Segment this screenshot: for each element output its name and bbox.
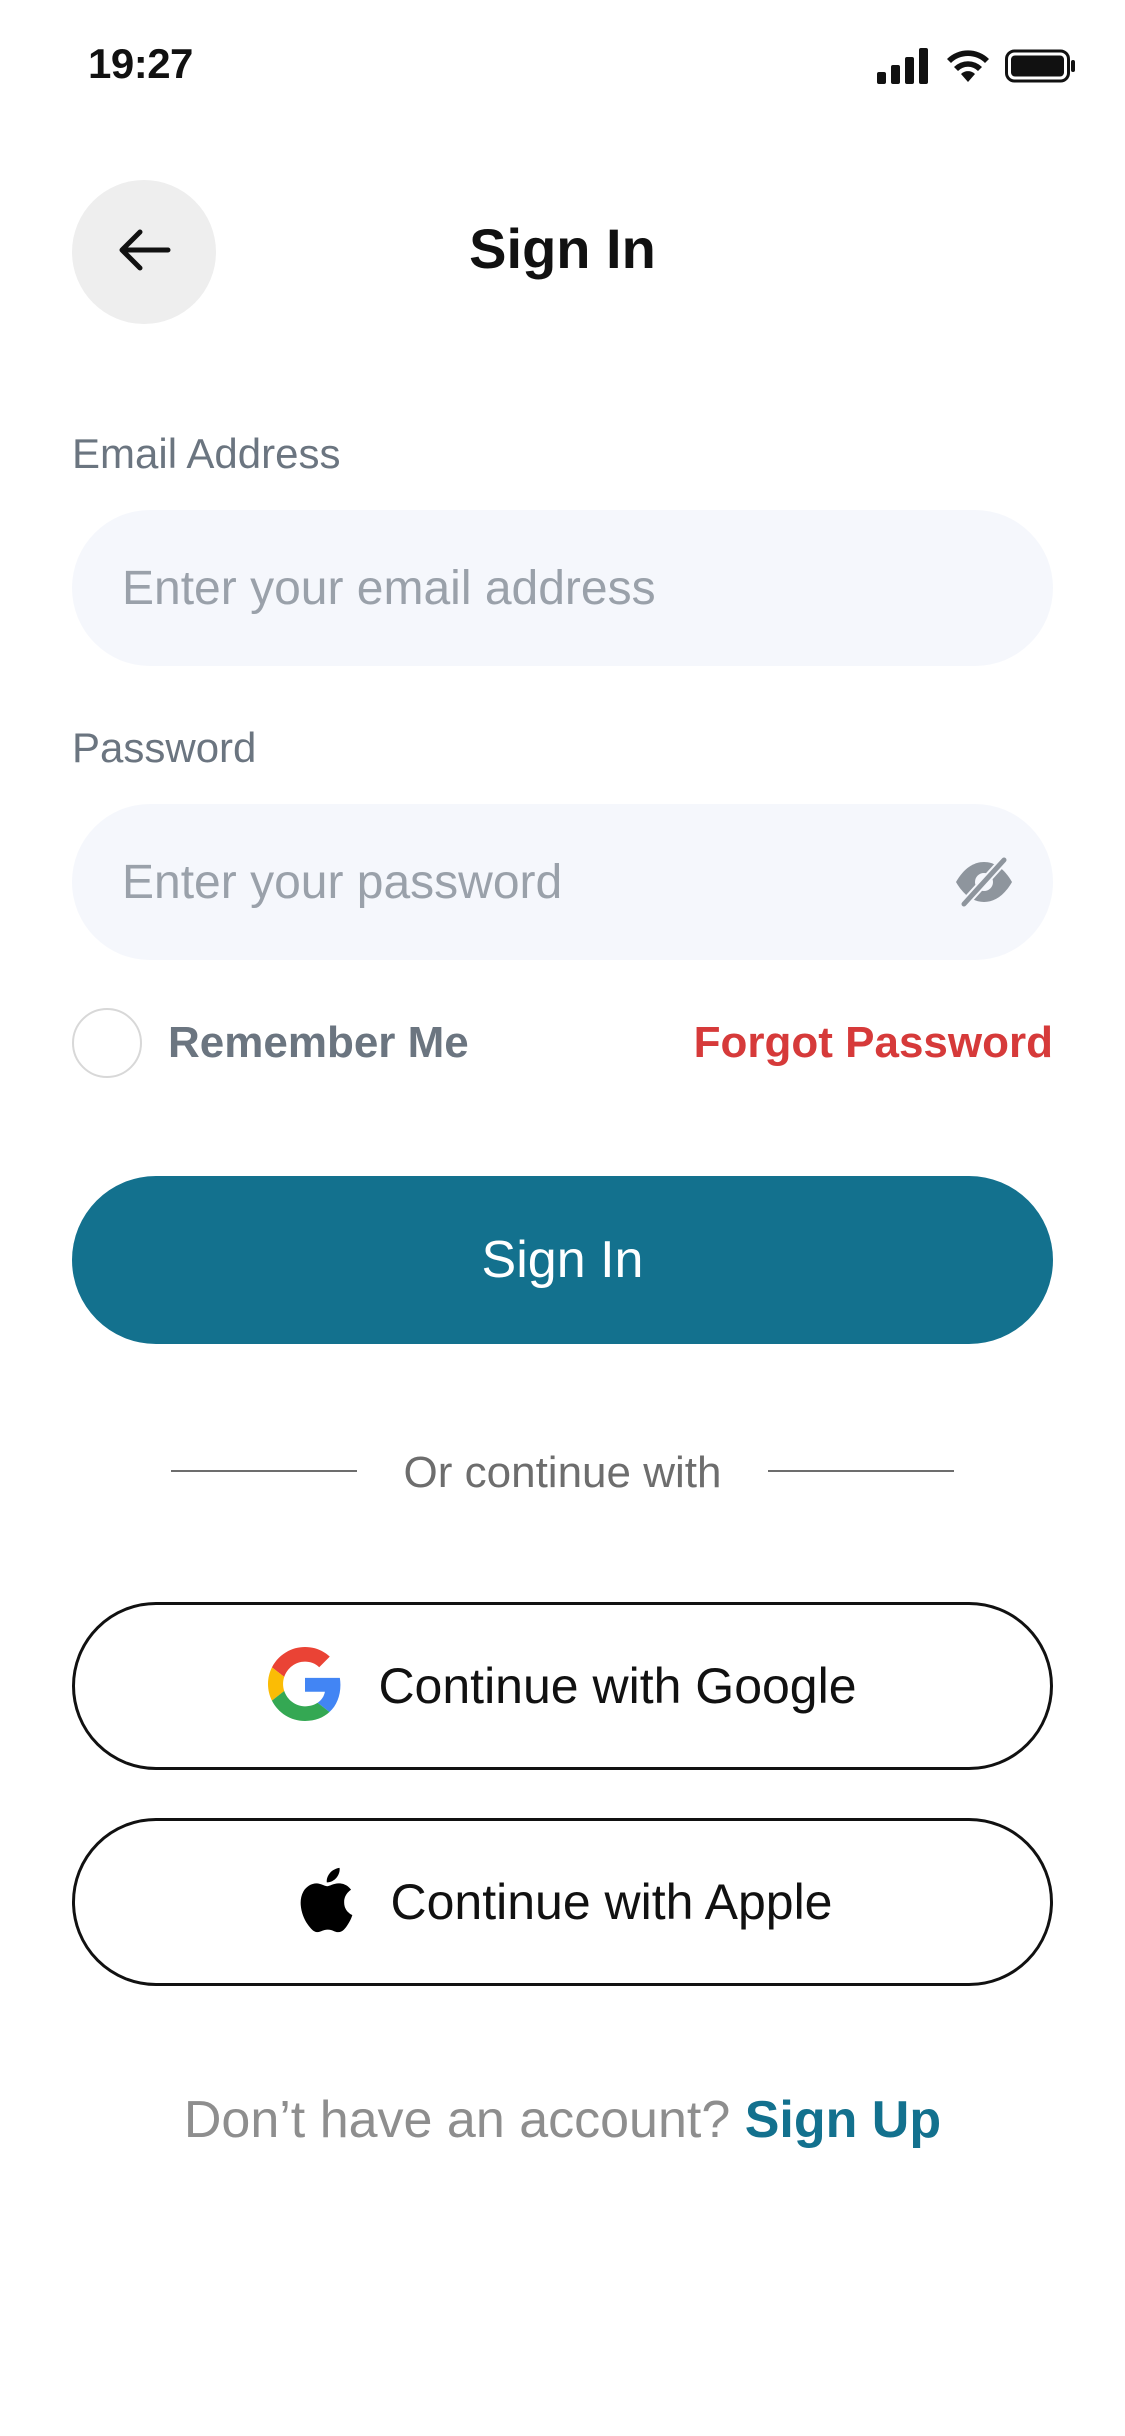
- remember-me-label[interactable]: Remember Me: [168, 1018, 469, 1068]
- sign-up-prompt: Don’t have an account? Sign Up: [0, 2090, 1125, 2150]
- forgot-password-link[interactable]: Forgot Password: [694, 1018, 1053, 1068]
- password-field-container: [72, 804, 1053, 960]
- email-field[interactable]: [120, 559, 1005, 617]
- wifi-icon: [945, 48, 991, 89]
- google-button-label: Continue with Google: [378, 1658, 857, 1714]
- signal-icon: [877, 48, 931, 89]
- apple-button-label: Continue with Apple: [390, 1874, 833, 1930]
- password-label: Password: [72, 724, 257, 771]
- status-icons: [877, 48, 1077, 89]
- sign-up-question: Don’t have an account?: [183, 2091, 731, 2149]
- google-sign-in-button[interactable]: Continue with Google: [72, 1602, 1053, 1770]
- eye-off-icon[interactable]: [951, 849, 1017, 915]
- remember-me-checkbox[interactable]: [72, 1008, 142, 1078]
- email-label: Email Address: [72, 430, 341, 477]
- password-field[interactable]: [120, 853, 933, 911]
- status-time: 19:27: [88, 40, 193, 87]
- page-title: Sign In: [469, 217, 656, 280]
- email-field-container: [72, 510, 1053, 666]
- divider-text: Or continue with: [403, 1448, 722, 1497]
- apple-sign-in-button[interactable]: Continue with Apple: [72, 1818, 1053, 1986]
- apple-logo-icon: [293, 1863, 355, 1942]
- battery-icon: [1005, 48, 1077, 89]
- google-logo-icon: [268, 1646, 342, 1726]
- sign-in-button[interactable]: Sign In: [72, 1176, 1053, 1344]
- sign-up-link[interactable]: Sign Up: [745, 2091, 941, 2149]
